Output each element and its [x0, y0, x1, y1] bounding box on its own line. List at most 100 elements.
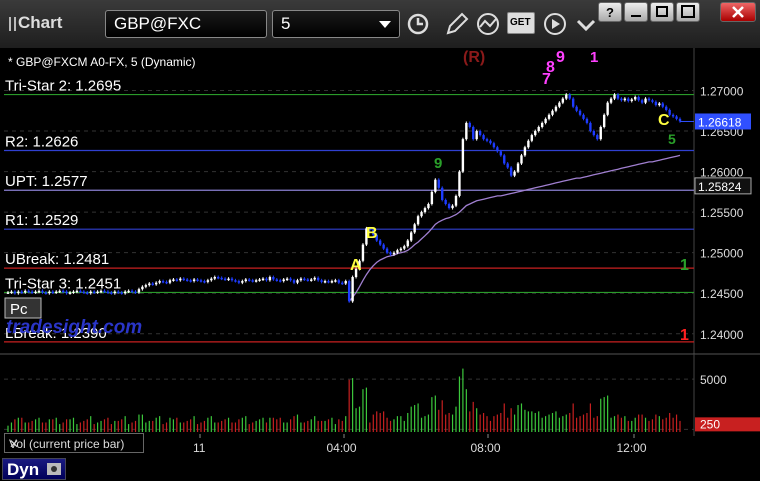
close-icon	[732, 6, 744, 18]
candle	[413, 224, 416, 233]
candle	[51, 291, 54, 294]
close-button[interactable]	[720, 2, 756, 22]
candle	[37, 290, 41, 293]
candle	[199, 280, 203, 282]
candle	[420, 212, 423, 217]
candle	[475, 131, 478, 140]
candle	[503, 155, 506, 164]
candle	[41, 290, 44, 293]
candle	[637, 96, 640, 101]
window-title: Chart	[18, 13, 63, 32]
candle	[254, 280, 258, 282]
candle	[430, 191, 434, 205]
watermark: tradesight.com	[6, 317, 142, 338]
candle	[427, 204, 430, 209]
candle	[606, 102, 609, 115]
candle	[285, 278, 289, 281]
help-button[interactable]: ?	[598, 2, 622, 22]
dynamic-button[interactable]: Dyn	[2, 458, 66, 480]
candle	[382, 244, 385, 249]
candle	[534, 131, 537, 136]
indicator-icon[interactable]	[474, 11, 502, 37]
candle	[220, 277, 223, 280]
candle	[647, 98, 651, 101]
y-tick-label: 1.27000	[700, 84, 744, 98]
restore-button[interactable]	[650, 2, 674, 22]
interval-select[interactable]: 5	[272, 10, 400, 38]
candle	[6, 292, 10, 294]
pencil-icon[interactable]	[442, 11, 470, 37]
candle	[99, 290, 103, 293]
level-label: UPT: 1.2577	[5, 173, 88, 190]
candle	[292, 280, 296, 283]
candle	[620, 98, 623, 101]
candle	[68, 292, 72, 294]
candle	[544, 118, 547, 123]
candle	[86, 292, 89, 294]
candle	[189, 280, 192, 282]
candle	[113, 291, 117, 294]
candle	[306, 279, 310, 281]
candle	[575, 106, 578, 111]
candle	[389, 252, 392, 255]
close-icon[interactable]: ✕	[9, 437, 19, 451]
candle	[540, 122, 544, 127]
level-label: R1: 1.2529	[5, 212, 78, 229]
candle	[347, 281, 351, 302]
candle	[523, 147, 527, 156]
candle	[20, 291, 23, 294]
candle	[110, 292, 113, 294]
candle	[613, 94, 616, 99]
candle	[265, 278, 268, 281]
candle	[55, 291, 58, 294]
candle	[585, 118, 589, 123]
candle	[334, 280, 337, 282]
maximize-button[interactable]	[676, 2, 700, 22]
price-chart[interactable]: 1.270001.265001.260001.255001.250001.245…	[0, 48, 760, 456]
candle	[551, 110, 554, 115]
get-data-button[interactable]: GET	[507, 12, 535, 34]
candle	[571, 98, 575, 107]
volume-last-label: 250	[700, 417, 720, 431]
candle	[320, 280, 323, 282]
x-tick-label: 08:00	[471, 441, 501, 455]
candle	[658, 103, 661, 106]
candle	[210, 278, 213, 281]
candle	[344, 281, 347, 284]
candle	[179, 278, 182, 281]
candle	[134, 291, 137, 294]
minimize-icon	[631, 15, 641, 17]
clock-icon[interactable]	[404, 11, 432, 37]
ma-value-label: 1.25824	[698, 180, 742, 194]
candle	[499, 151, 502, 156]
pause-icon[interactable]	[9, 17, 16, 31]
candle	[678, 118, 682, 122]
candle	[227, 278, 230, 281]
candle	[34, 291, 37, 294]
candle	[17, 291, 20, 294]
dynamic-label: Dyn	[7, 460, 40, 479]
candle	[237, 281, 241, 283]
candle	[592, 131, 596, 136]
volume-tab[interactable]: Vol (current price bar) ✕	[4, 433, 144, 453]
lock-icon	[47, 463, 61, 475]
candle	[96, 291, 99, 294]
menu-chevron-icon[interactable]	[572, 11, 600, 37]
candle	[13, 291, 17, 294]
play-icon[interactable]	[541, 11, 569, 37]
candle	[323, 281, 327, 283]
chart-header: * GBP@FXCM A0-FX, 5 (Dynamic)	[8, 55, 196, 69]
candle	[137, 289, 141, 293]
minimize-button[interactable]	[624, 2, 648, 22]
symbol-input[interactable]: GBP@FXC	[105, 10, 359, 38]
candle	[82, 291, 86, 294]
candle	[630, 99, 633, 102]
candle	[268, 277, 272, 281]
candle	[634, 96, 637, 100]
pattern-label: 9	[434, 155, 442, 172]
candle	[565, 94, 568, 99]
candle	[623, 98, 627, 101]
candle	[396, 250, 399, 253]
candle	[671, 114, 675, 117]
x-tick-label: 12:00	[617, 441, 647, 455]
